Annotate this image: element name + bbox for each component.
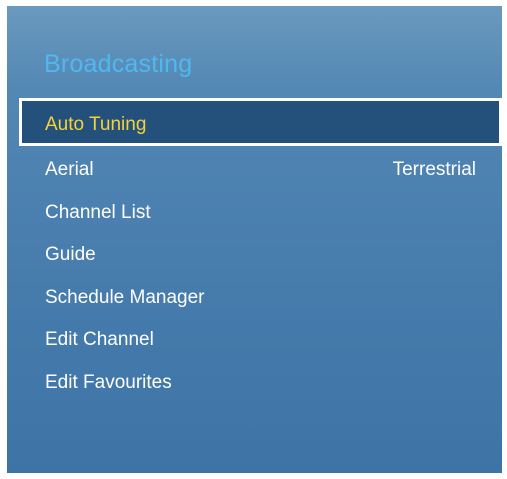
- menu-item-edit-favourites[interactable]: Edit Favourites: [19, 361, 502, 404]
- menu-item-label: Channel List: [45, 201, 151, 223]
- menu-item-label: Edit Channel: [45, 329, 154, 351]
- menu-item-auto-tuning[interactable]: Auto Tuning: [19, 98, 502, 146]
- menu-item-guide[interactable]: Guide: [19, 233, 502, 276]
- menu-item-value: Terrestrial: [392, 159, 476, 180]
- menu-item-label: Edit Favourites: [45, 371, 172, 393]
- broadcasting-menu-panel: Broadcasting Auto Tuning Aerial Terrestr…: [7, 6, 502, 473]
- menu-item-label: Auto Tuning: [45, 114, 147, 135]
- menu-item-channel-list[interactable]: Channel List: [19, 191, 502, 234]
- menu-item-edit-channel[interactable]: Edit Channel: [19, 318, 502, 361]
- menu-item-label: Schedule Manager: [45, 286, 205, 308]
- menu-item-schedule-manager[interactable]: Schedule Manager: [19, 276, 502, 319]
- panel-title: Broadcasting: [44, 50, 193, 78]
- menu-item-label: Guide: [45, 244, 96, 266]
- menu-item-label: Aerial: [45, 159, 94, 180]
- broadcasting-menu: Auto Tuning Aerial Terrestrial Channel L…: [19, 98, 502, 404]
- menu-item-aerial[interactable]: Aerial Terrestrial: [19, 148, 502, 191]
